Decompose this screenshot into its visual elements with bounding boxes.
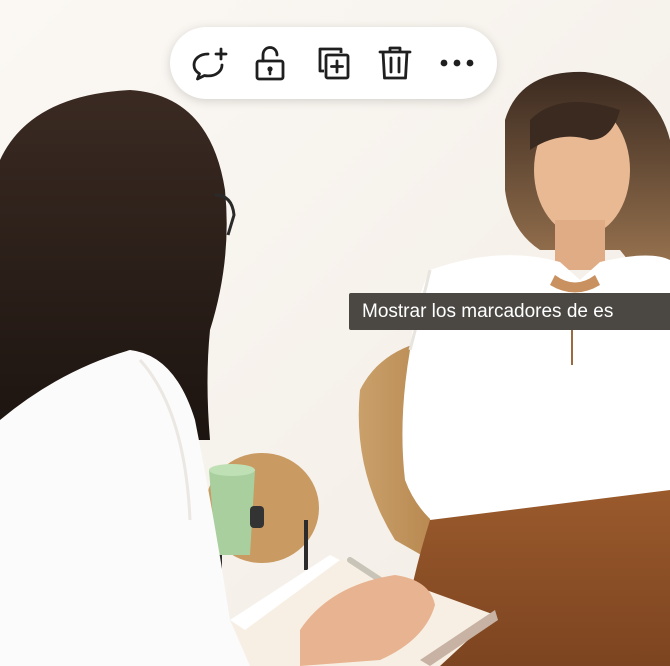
add-comment-button[interactable] — [186, 41, 230, 85]
trash-icon — [378, 46, 412, 80]
duplicate-icon — [318, 47, 349, 80]
unlock-icon — [255, 46, 285, 81]
delete-button[interactable] — [373, 41, 417, 85]
more-options-button[interactable] — [435, 41, 479, 85]
background-photo[interactable] — [0, 0, 670, 666]
canvas: Mostrar los marcadores de es — [0, 0, 670, 666]
comment-plus-icon — [192, 47, 228, 81]
duplicate-button[interactable] — [311, 41, 355, 85]
tooltip-text: Mostrar los marcadores de es — [362, 301, 614, 322]
floating-toolbar — [170, 27, 497, 99]
tooltip: Mostrar los marcadores de es — [349, 293, 670, 330]
more-horizontal-icon — [440, 59, 474, 67]
unlock-button[interactable] — [248, 41, 292, 85]
